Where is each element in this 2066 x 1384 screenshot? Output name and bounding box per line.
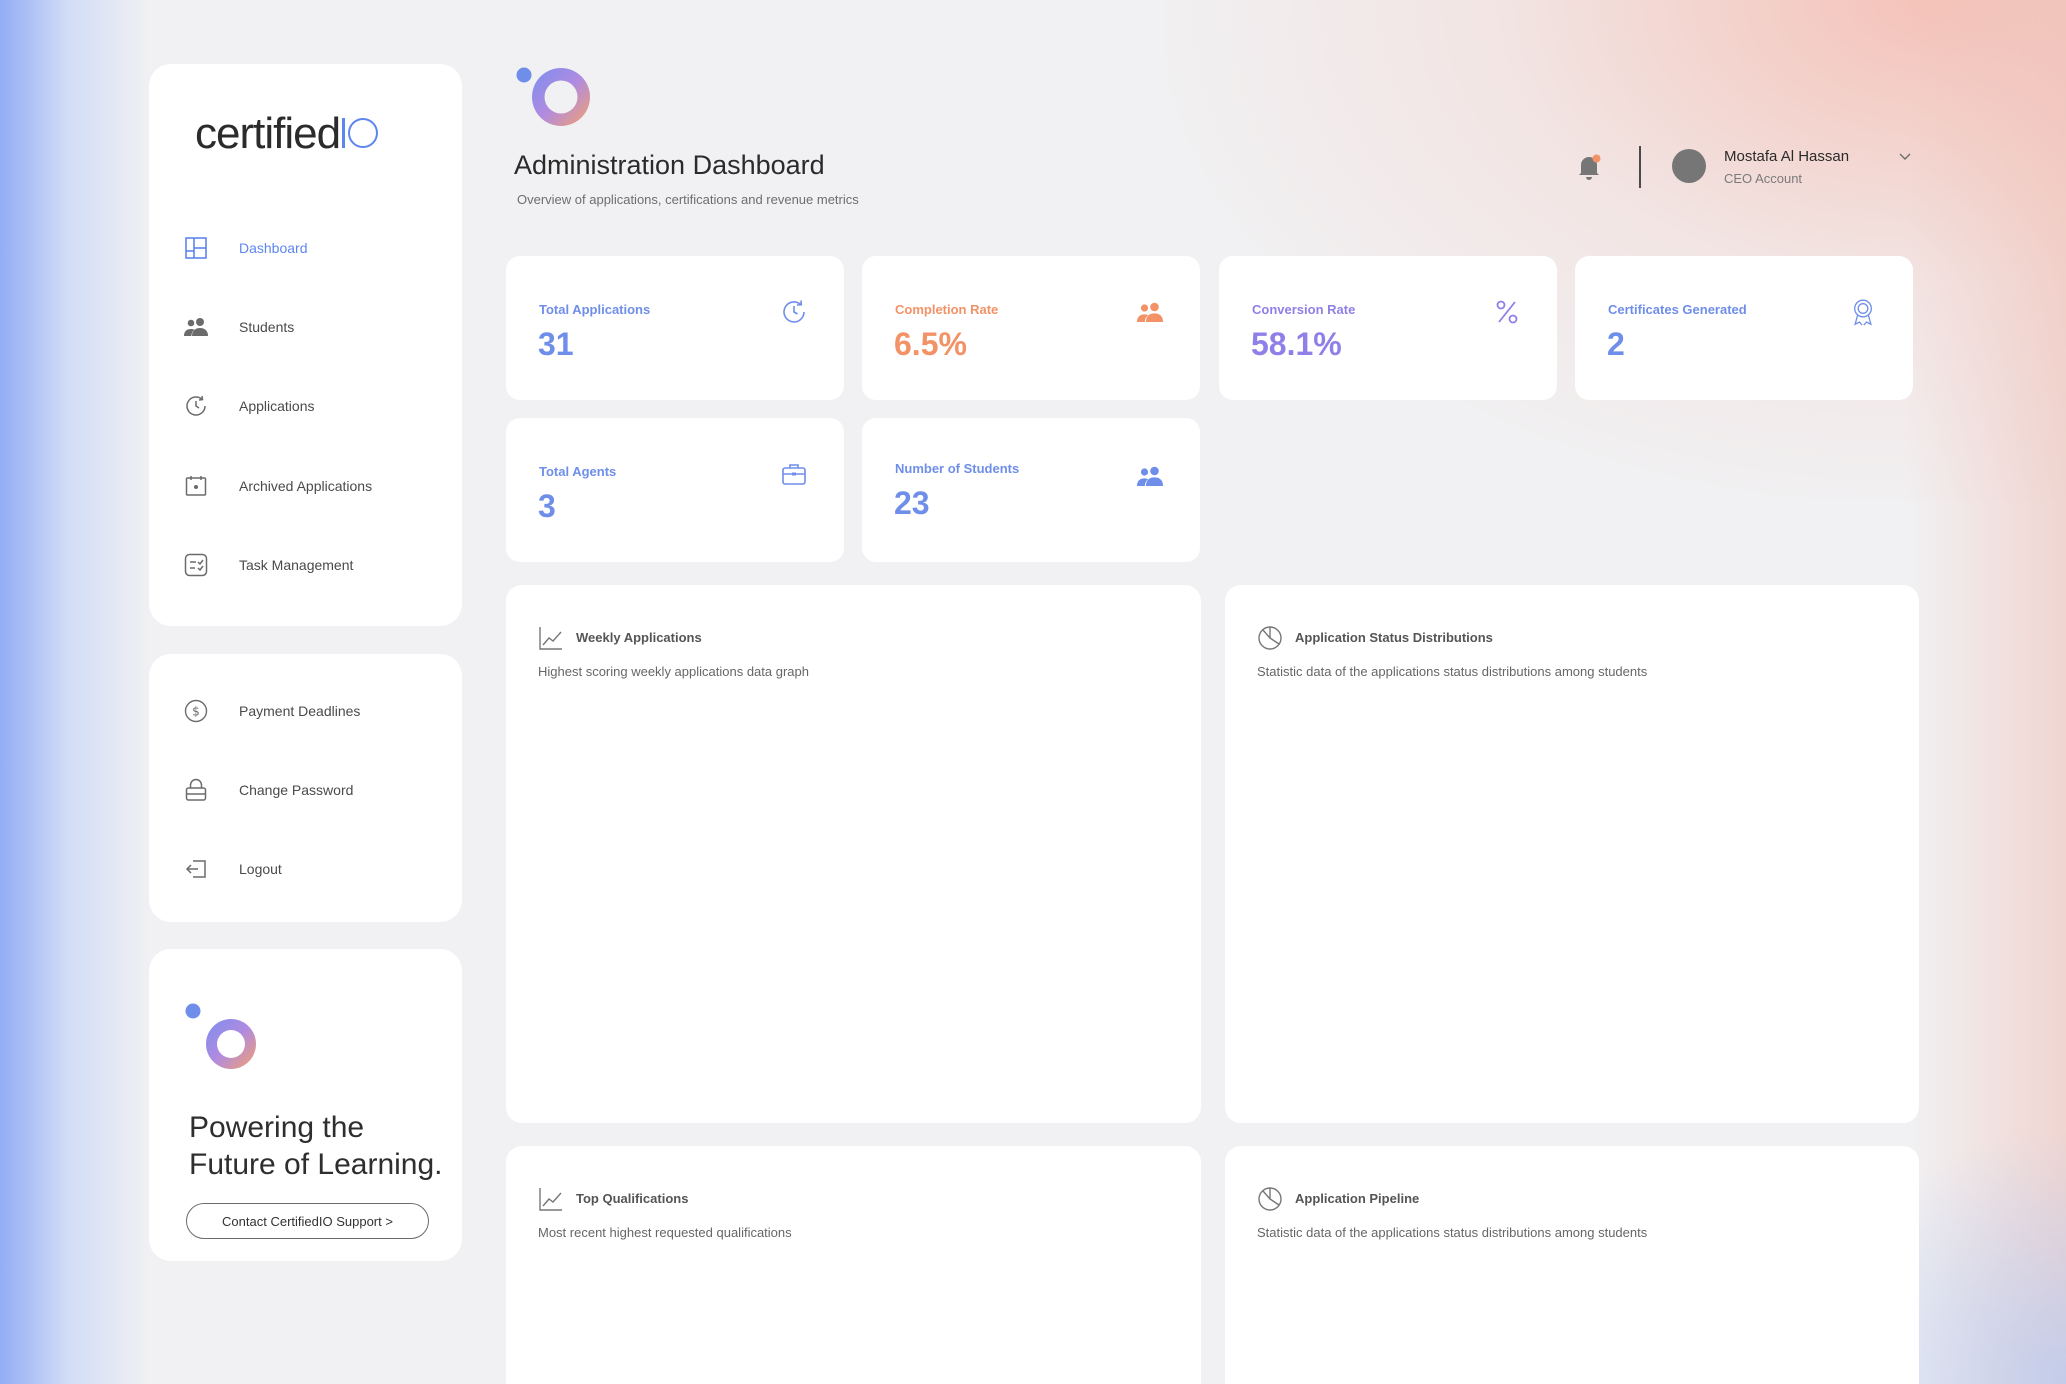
notification-bell-button[interactable] (1572, 150, 1606, 184)
task-list-icon (183, 552, 209, 578)
panel-subtitle: Most recent highest requested qualificat… (538, 1225, 792, 1240)
sidebar-item-label: Change Password (239, 782, 354, 798)
stat-label: Number of Students (895, 461, 1020, 476)
sidebar-item-payment-deadlines[interactable]: $ Payment Deadlines (183, 691, 443, 731)
archive-box-icon (183, 473, 209, 499)
sidebar-item-label: Students (239, 319, 295, 335)
sidebar-item-label: Dashboard (239, 240, 308, 256)
dashboard-grid-icon (183, 235, 209, 261)
stat-value: 3 (538, 488, 556, 524)
stat-card-total-applications: Total Applications 31 (506, 256, 844, 400)
stat-label: Completion Rate (895, 302, 999, 317)
stat-card-total-agents: Total Agents 3 (506, 418, 844, 562)
line-chart-icon (539, 627, 562, 650)
stat-card-completion-rate: Completion Rate 6.5% (862, 256, 1200, 400)
stat-card-certificates-generated: Certificates Generated 2 (1575, 256, 1913, 400)
clock-refresh-icon (783, 300, 805, 323)
sidebar-item-label: Payment Deadlines (239, 703, 361, 719)
sidebar-item-logout[interactable]: Logout (183, 849, 443, 889)
users-icon (1137, 302, 1163, 322)
panel-subtitle: Highest scoring weekly applications data… (538, 664, 809, 679)
promo-title: Powering the Future of Learning. (189, 1109, 443, 1183)
user-role: CEO Account (1724, 171, 1803, 186)
stat-value: 58.1% (1251, 326, 1342, 362)
users-icon (183, 314, 209, 340)
promo-title-line-2: Future of Learning. (189, 1148, 443, 1181)
sidebar-item-dashboard[interactable]: Dashboard (183, 228, 443, 268)
clock-refresh-icon (183, 393, 209, 419)
logout-icon (183, 856, 209, 882)
contact-support-button[interactable]: Contact CertifiedIO Support > (186, 1203, 429, 1239)
sidebar-item-label: Task Management (239, 557, 354, 573)
sidebar-item-students[interactable]: Students (183, 307, 443, 347)
page-subtitle: Overview of applications, certifications… (517, 192, 859, 207)
sidebar-item-task-management[interactable]: Task Management (183, 545, 443, 585)
panel-subtitle: Statistic data of the applications statu… (1257, 664, 1648, 679)
sidebar-promo-card: Powering the Future of Learning. Contact… (149, 949, 462, 1261)
stat-value: 6.5% (894, 326, 967, 362)
sidebar-item-change-password[interactable]: Change Password (183, 770, 443, 810)
header-divider (1639, 146, 1641, 188)
sidebar-item-applications[interactable]: Applications (183, 386, 443, 426)
sidebar-secondary-nav: $ Payment Deadlines Change Password Logo… (149, 654, 462, 922)
stat-label: Conversion Rate (1252, 302, 1356, 317)
panel-title: Application Pipeline (1295, 1191, 1420, 1206)
brand-logo[interactable]: certified (195, 109, 379, 159)
panel-top-qualifications: Top Qualifications Most recent highest r… (506, 1146, 1201, 1384)
panel-title: Weekly Applications (576, 630, 702, 645)
panel-weekly-applications: Weekly Applications Highest scoring week… (506, 585, 1201, 1123)
background-gradient-top-right (1166, 0, 2066, 500)
pie-chart-icon (1258, 1187, 1282, 1211)
stat-label: Certificates Generated (1608, 302, 1747, 317)
sidebar-main-nav: certified Dashboard Students Application… (149, 64, 462, 626)
pie-chart-icon (1258, 626, 1282, 650)
sidebar-item-archived-applications[interactable]: Archived Applications (183, 466, 443, 506)
page-title: Administration Dashboard (514, 150, 825, 180)
stat-label: Total Applications (539, 302, 651, 317)
stat-value: 23 (894, 485, 930, 521)
sidebar-item-label: Applications (239, 398, 315, 414)
users-icon (1137, 466, 1163, 486)
stat-card-conversion-rate: Conversion Rate 58.1% (1219, 256, 1557, 400)
lock-icon (183, 777, 209, 803)
panel-subtitle: Statistic data of the applications statu… (1257, 1225, 1648, 1240)
brand-logo-text: certified (195, 109, 341, 158)
brand-ring-logo (185, 1003, 256, 1069)
panel-title: Application Status Distributions (1295, 630, 1493, 645)
brand-logo-io (340, 118, 379, 148)
dollar-circle-icon: $ (183, 698, 209, 724)
avatar[interactable] (1672, 149, 1706, 183)
background-gradient-right (1906, 0, 2066, 1384)
promo-title-line-1: Powering the (189, 1111, 365, 1144)
user-menu-toggle[interactable] (1898, 150, 1914, 166)
panel-application-status-distributions: Application Status Distributions Statist… (1225, 585, 1919, 1123)
sidebar-item-label: Archived Applications (239, 478, 373, 494)
stat-value: 2 (1607, 326, 1625, 362)
panel-application-pipeline: Application Pipeline Statistic data of t… (1225, 1146, 1919, 1384)
user-name: Mostafa Al Hassan (1724, 148, 1850, 165)
panel-title: Top Qualifications (576, 1191, 689, 1206)
svg-text:$: $ (192, 705, 200, 719)
percent-icon (1496, 300, 1518, 324)
stat-card-number-of-students: Number of Students 23 (862, 418, 1200, 562)
stat-label: Total Agents (539, 464, 617, 479)
briefcase-icon (782, 464, 806, 485)
line-chart-icon (539, 1188, 562, 1211)
chevron-down-icon (1899, 153, 1911, 160)
header-ring-logo (516, 67, 590, 126)
bell-icon (1579, 154, 1601, 180)
stat-value: 31 (538, 326, 574, 362)
background-gradient-left (0, 0, 150, 1384)
award-ribbon-icon (1854, 299, 1872, 326)
sidebar-item-label: Logout (239, 861, 282, 877)
